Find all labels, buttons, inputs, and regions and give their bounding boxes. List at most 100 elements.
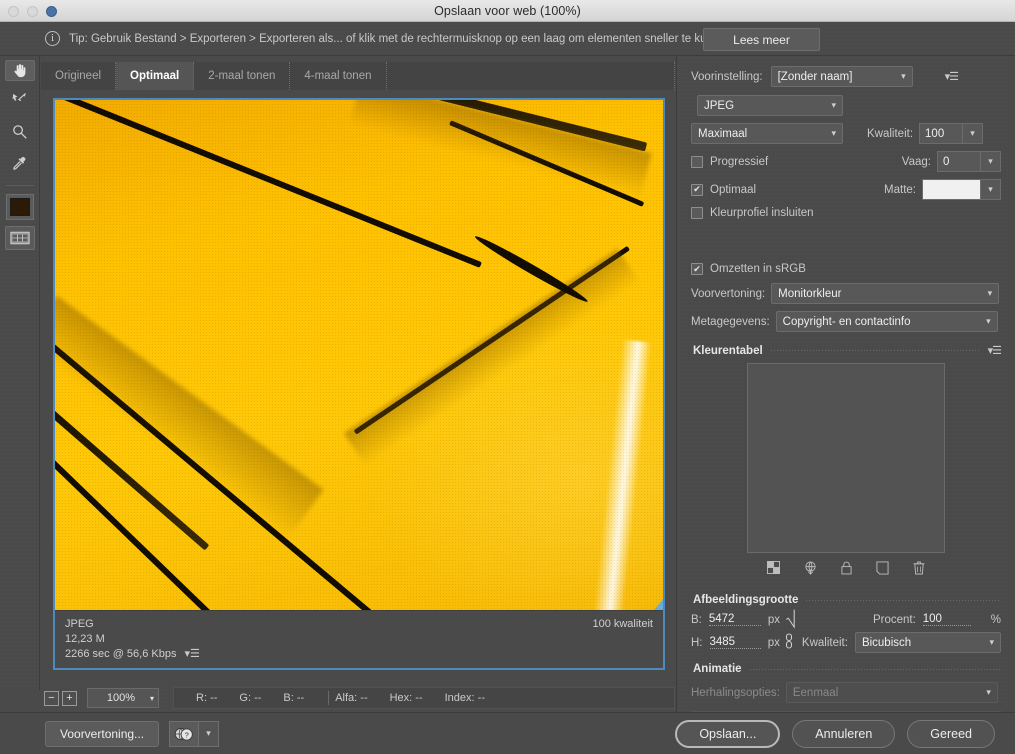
toggle-slices-icon[interactable] xyxy=(4,226,35,250)
preset-value: [Zonder naam] xyxy=(777,70,853,83)
read-more-button[interactable]: Lees meer xyxy=(703,28,820,51)
optimized-label: Optimaal xyxy=(710,183,757,196)
color-table-well[interactable] xyxy=(747,363,945,553)
percent-label: Procent: xyxy=(872,613,916,626)
svg-text:?: ? xyxy=(185,730,189,739)
tool-strip xyxy=(0,56,40,690)
title-bar: Opslaan voor web (100%) xyxy=(0,0,1015,22)
resample-quality-select[interactable]: Bicubisch ▾ xyxy=(854,632,1001,653)
height-input[interactable]: 3485 xyxy=(709,636,761,649)
zoom-out-button[interactable]: − xyxy=(44,690,59,706)
tip-text: Tip: Gebruik Bestand > Exporteren > Expo… xyxy=(69,32,791,45)
zoom-level-value: 100% xyxy=(106,692,136,704)
progressive-label: Progressief xyxy=(710,155,769,168)
done-button[interactable]: Gereed xyxy=(907,719,995,748)
readout-g: G: -- xyxy=(239,692,262,704)
preview-color-label: Voorvertoning: xyxy=(691,287,766,300)
image-size-title: Afbeeldingsgrootte xyxy=(693,594,799,606)
color-table-panel-menu-icon[interactable]: ▾☰ xyxy=(988,344,1002,357)
format-value: JPEG xyxy=(704,99,735,112)
width-unit: px xyxy=(767,613,781,626)
chevron-down-icon: ▾ xyxy=(149,693,154,703)
zoom-tool[interactable] xyxy=(5,117,35,145)
height-label: H: xyxy=(691,636,703,649)
tab-optimaal[interactable]: Optimaal xyxy=(116,62,195,90)
lock-icon[interactable] xyxy=(841,561,852,578)
size-bracket: ⎷ xyxy=(786,610,797,628)
compression-select[interactable]: Maximaal ▾ xyxy=(691,123,843,144)
save-button[interactable]: Opslaan... xyxy=(675,719,781,748)
bottom-bar: Voorvertoning... ? ▾ Opslaan... Annulere… xyxy=(0,712,1015,754)
resample-quality-label: Kwaliteit: xyxy=(801,636,848,649)
chevron-down-icon: ▾ xyxy=(986,687,991,697)
readout-index: Index: -- xyxy=(444,692,485,704)
animation-title: Animatie xyxy=(693,663,742,675)
image-preview[interactable]: JPEG 100 kwaliteit 12,23 M 2266 sec @ 56… xyxy=(53,98,665,670)
readout-alfa: Alfa: -- xyxy=(335,692,368,704)
blur-stepper[interactable]: ▾ xyxy=(981,151,1001,172)
chevron-down-icon: ▾ xyxy=(901,71,906,81)
tip-bar: i Tip: Gebruik Bestand > Exporteren > Ex… xyxy=(0,22,1015,56)
metadata-select[interactable]: Copyright- en contactinfo ▾ xyxy=(775,311,998,332)
hand-tool[interactable] xyxy=(4,60,35,81)
slice-select-tool[interactable] xyxy=(5,85,35,113)
embed-profile-checkbox[interactable] xyxy=(691,207,703,219)
loop-label: Herhalingsopties: xyxy=(691,686,780,699)
eyedropper-tool[interactable] xyxy=(5,149,35,177)
preview-color-select[interactable]: Monitorkleur ▾ xyxy=(771,283,1000,304)
save-for-web-window: Opslaan voor web (100%) i Tip: Gebruik B… xyxy=(0,0,1015,754)
foreground-color-swatch[interactable] xyxy=(5,194,34,220)
preset-panel-menu-icon[interactable]: ▾☰ xyxy=(945,70,959,83)
matte-dropdown[interactable]: ▾ xyxy=(981,179,1001,200)
loop-value: Eenmaal xyxy=(792,686,839,699)
readout-b: B: -- xyxy=(283,692,305,704)
progressive-checkbox[interactable] xyxy=(691,155,703,168)
browser-preview-group: ? ▾ xyxy=(169,720,220,747)
blur-input[interactable]: 0 xyxy=(937,151,981,172)
browser-dropdown[interactable]: ▾ xyxy=(199,720,220,747)
chevron-down-icon: ▾ xyxy=(989,637,994,647)
chain-link-icon[interactable] xyxy=(784,633,794,652)
percent-unit: % xyxy=(990,613,1001,626)
format-select[interactable]: JPEG ▾ xyxy=(697,95,843,116)
preset-label: Voorinstelling: xyxy=(691,70,763,83)
delete-color-icon[interactable] xyxy=(913,561,925,578)
quality-stepper[interactable]: ▾ xyxy=(963,123,984,144)
color-table-toolbar xyxy=(677,561,1015,578)
new-color-icon[interactable] xyxy=(876,561,889,578)
info-quality: 100 kwaliteit xyxy=(592,618,653,630)
close-button[interactable] xyxy=(8,6,19,17)
zoom-level-select[interactable]: 100% ▾ xyxy=(87,688,159,708)
status-bar: − + 100% ▾ R: -- G: -- B: -- Alfa: -- He… xyxy=(41,684,675,712)
window-title: Opslaan voor web (100%) xyxy=(434,3,581,18)
preview-button[interactable]: Voorvertoning... xyxy=(45,720,160,747)
tab-origineel[interactable]: Origineel xyxy=(41,62,117,90)
umbrella-photo xyxy=(55,100,663,668)
width-input[interactable]: 5472 xyxy=(708,613,761,626)
preview-tabs: Origineel Optimaal 2-maal tonen 4-maal t… xyxy=(41,62,675,90)
web-snap-icon[interactable] xyxy=(804,561,817,578)
tab-4-maal-tonen[interactable]: 4-maal tonen xyxy=(290,62,387,90)
zoom-button[interactable] xyxy=(46,6,57,17)
blur-label: Vaag: xyxy=(901,155,931,168)
transparency-icon[interactable] xyxy=(767,561,780,578)
resample-quality-value: Bicubisch xyxy=(861,636,912,649)
matte-color-swatch[interactable] xyxy=(922,179,981,200)
cancel-button[interactable]: Annuleren xyxy=(792,719,896,748)
preview-in-browser-icon[interactable]: ? xyxy=(169,720,200,747)
quality-input[interactable]: 100 xyxy=(919,123,964,144)
settings-panel: Voorinstelling: [Zonder naam] ▾ ▾☰ JPEG … xyxy=(676,56,1015,735)
tab-2-maal-tonen[interactable]: 2-maal tonen xyxy=(194,62,291,90)
convert-srgb-checkbox[interactable] xyxy=(691,263,703,275)
blur-value: 0 xyxy=(943,155,950,168)
optimized-checkbox[interactable] xyxy=(691,183,703,196)
metadata-label: Metagegevens: xyxy=(691,315,770,328)
info-download-time: 2266 sec @ 56,6 Kbps xyxy=(65,648,177,660)
zoom-in-button[interactable]: + xyxy=(62,690,77,706)
readout-hex: Hex: -- xyxy=(389,692,423,704)
width-label: B: xyxy=(691,613,702,626)
info-menu-icon[interactable]: ▾☰ xyxy=(184,647,199,662)
percent-input[interactable]: 100 xyxy=(922,613,971,626)
preset-select[interactable]: [Zonder naam] ▾ xyxy=(770,66,913,87)
minimize-button[interactable] xyxy=(27,6,38,17)
